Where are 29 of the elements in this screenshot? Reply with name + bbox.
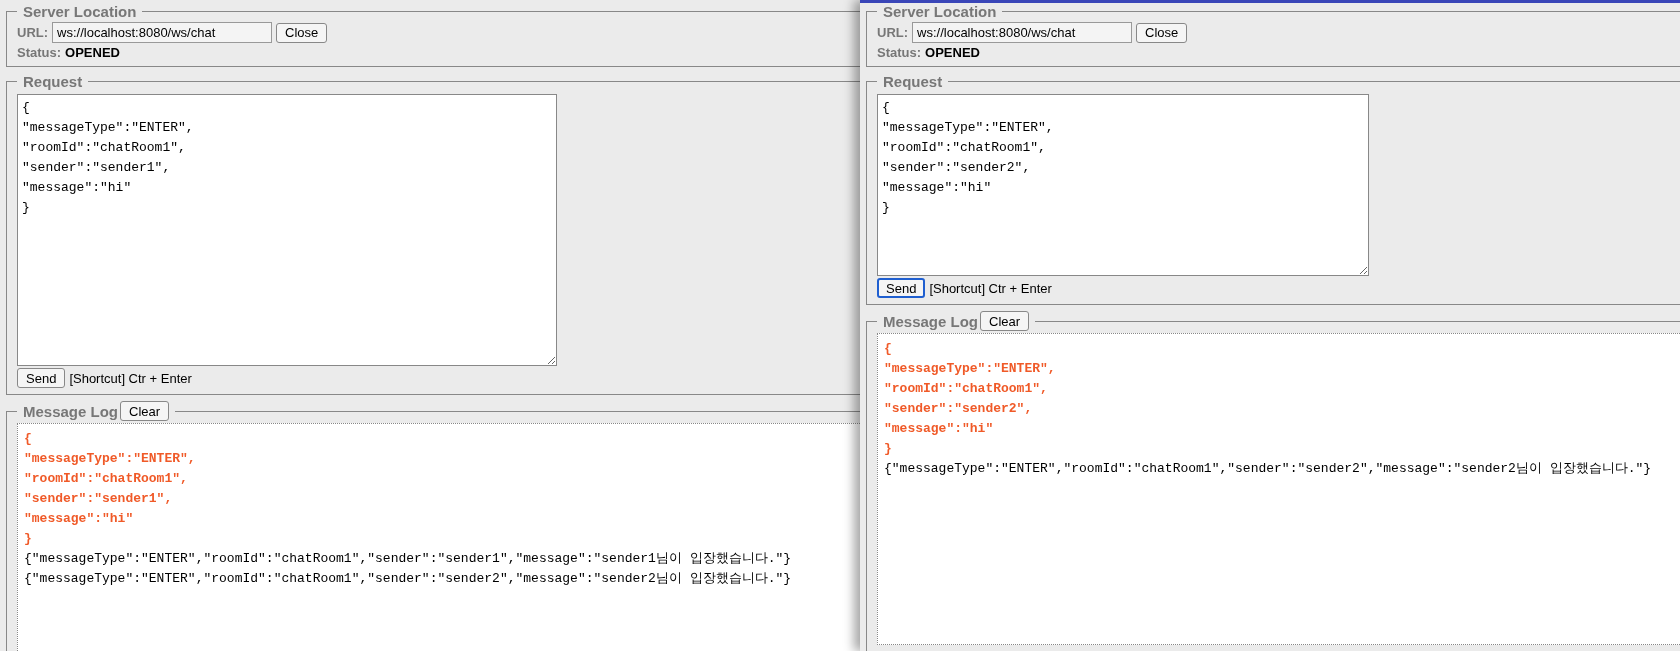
send-button[interactable]: Send xyxy=(877,278,926,298)
panel-legend: Server Location xyxy=(877,3,1003,20)
received-message: {"messageType":"ENTER","roomId":"chatRoom1","sender":"sender2","message":"sender2님이 입장했습니다."} xyxy=(24,570,793,588)
send-button[interactable]: Send xyxy=(17,368,66,388)
clear-button[interactable]: Clear xyxy=(980,311,1030,331)
clear-button[interactable]: Clear xyxy=(120,401,170,421)
status-label: Status: xyxy=(877,45,922,60)
received-message: {"messageType":"ENTER","roomId":"chatRoom1","sender":"sender1","message":"sender1님이 입장했습니다."} xyxy=(24,550,793,568)
status-value: OPENED xyxy=(925,45,980,60)
request-textarea[interactable]: { "messageType":"ENTER", "roomId":"chatRoom1", "sender":"sender1", "message":"hi" } xyxy=(17,94,557,366)
sent-message: { "messageType":"ENTER", "roomId":"chatRoom1", "sender":"sender1", "message":"hi" } xyxy=(24,430,197,548)
panel-legend: Request xyxy=(877,73,949,90)
panel-legend: Message Log xyxy=(23,402,119,420)
received-message: {"messageType":"ENTER","roomId":"chatRoom1","sender":"sender2","message":"sender2님이 입장했습니다."} xyxy=(884,460,1653,478)
panel-legend: Request xyxy=(17,73,89,90)
url-label: URL: xyxy=(17,25,49,40)
status-value: OPENED xyxy=(65,45,120,60)
url-label: URL: xyxy=(877,25,909,40)
url-input[interactable]: ws://localhost:8080/ws/chat xyxy=(912,22,1133,43)
shortcut-hint: [Shortcut] Ctr + Enter xyxy=(929,280,1052,296)
close-button[interactable]: Close xyxy=(1136,22,1188,43)
status-label: Status: xyxy=(17,45,62,60)
shortcut-hint: [Shortcut] Ctr + Enter xyxy=(69,370,192,386)
panel-legend: Message Log xyxy=(883,312,979,330)
url-input[interactable]: ws://localhost:8080/ws/chat xyxy=(52,22,273,43)
close-button[interactable]: Close xyxy=(276,22,328,43)
sent-message: { "messageType":"ENTER", "roomId":"chatRoom1", "sender":"sender2", "message":"hi" } xyxy=(884,340,1057,458)
panel-legend: Server Location xyxy=(17,3,143,20)
request-textarea[interactable]: { "messageType":"ENTER", "roomId":"chatRoom1", "sender":"sender2", "message":"hi" } xyxy=(877,94,1369,276)
